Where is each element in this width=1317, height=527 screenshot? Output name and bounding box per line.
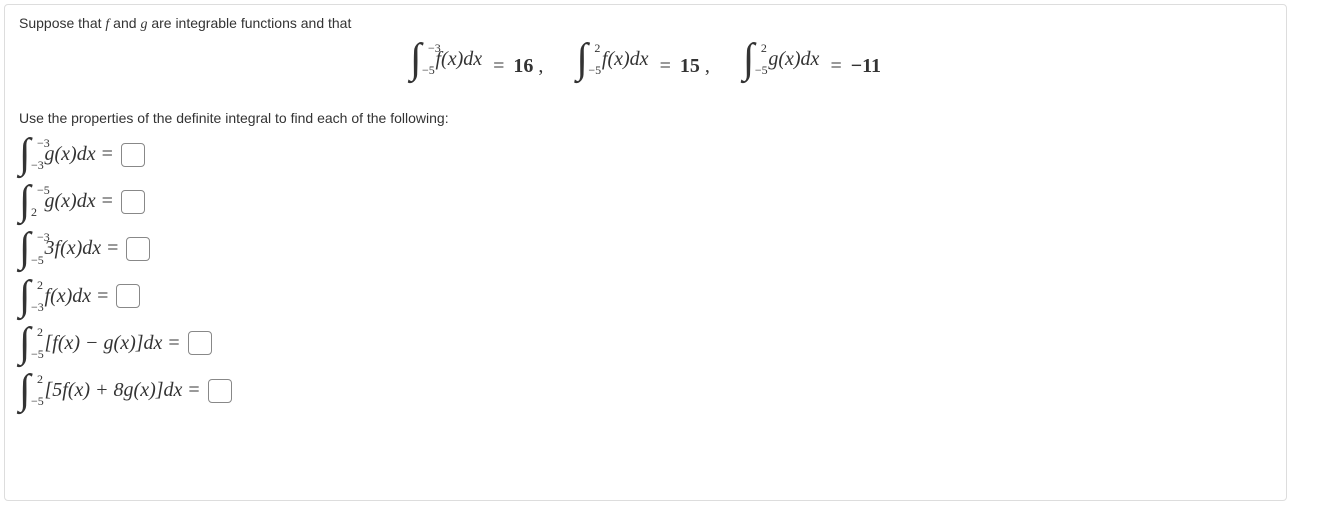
lower-bound: −5 (31, 394, 44, 409)
integrand: f(x)dx (602, 48, 649, 71)
question-integral: ∫ −3 −5 3f(x)dx (19, 236, 101, 261)
integral-sign-icon: ∫ (19, 284, 31, 309)
upper-bound: 2 (761, 41, 767, 56)
equals: = (97, 285, 108, 308)
answer-input-6[interactable] (208, 379, 232, 403)
equals: = (188, 379, 199, 402)
separator: , (705, 55, 710, 77)
integral-sign-icon: ∫ (743, 47, 755, 72)
lower-bound: −5 (422, 63, 435, 78)
integrand: [5f(x) + 8g(x)]dx (45, 379, 183, 402)
integral-sign-icon: ∫ (19, 189, 31, 214)
integral-sign-icon: ∫ (19, 142, 31, 167)
integral-sign-icon: ∫ (19, 236, 31, 261)
lower-bound: −5 (31, 347, 44, 362)
lower-bound: 2 (31, 205, 37, 220)
answer-input-4[interactable] (116, 284, 140, 308)
question-integral: ∫ 2 −5 [f(x) − g(x)]dx (19, 331, 162, 356)
question-card: Suppose that f and g are integrable func… (4, 4, 1287, 501)
question-integral: ∫ 2 −3 f(x)dx (19, 284, 91, 309)
prompt-pre: Suppose that (19, 15, 105, 31)
lower-bound: −3 (31, 158, 44, 173)
integral-sign-icon: ∫ (19, 378, 31, 403)
equals: = (168, 332, 179, 355)
integral-sign-icon: ∫ (19, 331, 31, 356)
integrand: g(x)dx (45, 190, 96, 213)
equals: = (102, 143, 113, 166)
equals: = (107, 237, 118, 260)
upper-bound: 2 (37, 325, 43, 340)
instruction-text: Use the properties of the definite integ… (19, 110, 1272, 126)
integrand: f(x)dx (435, 48, 482, 71)
answer-input-3[interactable] (126, 237, 150, 261)
question-integral: ∫ −5 2 g(x)dx (19, 189, 96, 214)
given-integral-3: ∫ 2 −5 g(x)dx (743, 47, 820, 72)
equals: = (660, 55, 671, 77)
integrand: [f(x) − g(x)]dx (45, 332, 163, 355)
answer-input-5[interactable] (188, 331, 212, 355)
question-integral: ∫ 2 −5 [5f(x) + 8g(x)]dx (19, 378, 182, 403)
answer-input-1[interactable] (121, 143, 145, 167)
upper-bound: 2 (37, 372, 43, 387)
upper-bound: −3 (37, 230, 50, 245)
upper-bound: 2 (594, 41, 600, 56)
given-integral-2: ∫ 2 −5 f(x)dx (576, 47, 648, 72)
upper-bound: −3 (37, 136, 50, 151)
equals: = (493, 55, 504, 77)
given-integral-1: ∫ −3 −5 f(x)dx (410, 47, 482, 72)
lower-bound: −5 (588, 63, 601, 78)
equals: = (830, 55, 841, 77)
prompt-post: are integrable functions and that (147, 15, 351, 31)
question-row-5: ∫ 2 −5 [f(x) − g(x)]dx = (19, 331, 1272, 356)
integral-sign-icon: ∫ (576, 47, 588, 72)
value: 16 (513, 55, 533, 77)
lower-bound: −5 (755, 63, 768, 78)
separator: , (538, 55, 543, 77)
value: −11 (851, 55, 881, 77)
question-row-3: ∫ −3 −5 3f(x)dx = (19, 236, 1272, 261)
question-row-6: ∫ 2 −5 [5f(x) + 8g(x)]dx = (19, 378, 1272, 403)
integrand: 3f(x)dx (45, 237, 102, 260)
question-row-4: ∫ 2 −3 f(x)dx = (19, 284, 1272, 309)
value: 15 (680, 55, 700, 77)
given-integrals: ∫ −3 −5 f(x)dx = 16 , ∫ 2 −5 f(x)dx = 15… (19, 47, 1272, 78)
answer-input-2[interactable] (121, 190, 145, 214)
lower-bound: −3 (31, 300, 44, 315)
integrand: g(x)dx (45, 143, 96, 166)
equals: = (102, 190, 113, 213)
prompt-text: Suppose that f and g are integrable func… (19, 15, 1272, 33)
upper-bound: −5 (37, 183, 50, 198)
question-row-1: ∫ −3 −3 g(x)dx = (19, 142, 1272, 167)
question-row-2: ∫ −5 2 g(x)dx = (19, 189, 1272, 214)
upper-bound: 2 (37, 278, 43, 293)
upper-bound: −3 (428, 41, 441, 56)
integral-sign-icon: ∫ (410, 47, 422, 72)
lower-bound: −5 (31, 253, 44, 268)
prompt-mid: and (109, 15, 140, 31)
integrand: g(x)dx (768, 48, 819, 71)
integrand: f(x)dx (45, 285, 92, 308)
question-integral: ∫ −3 −3 g(x)dx (19, 142, 96, 167)
